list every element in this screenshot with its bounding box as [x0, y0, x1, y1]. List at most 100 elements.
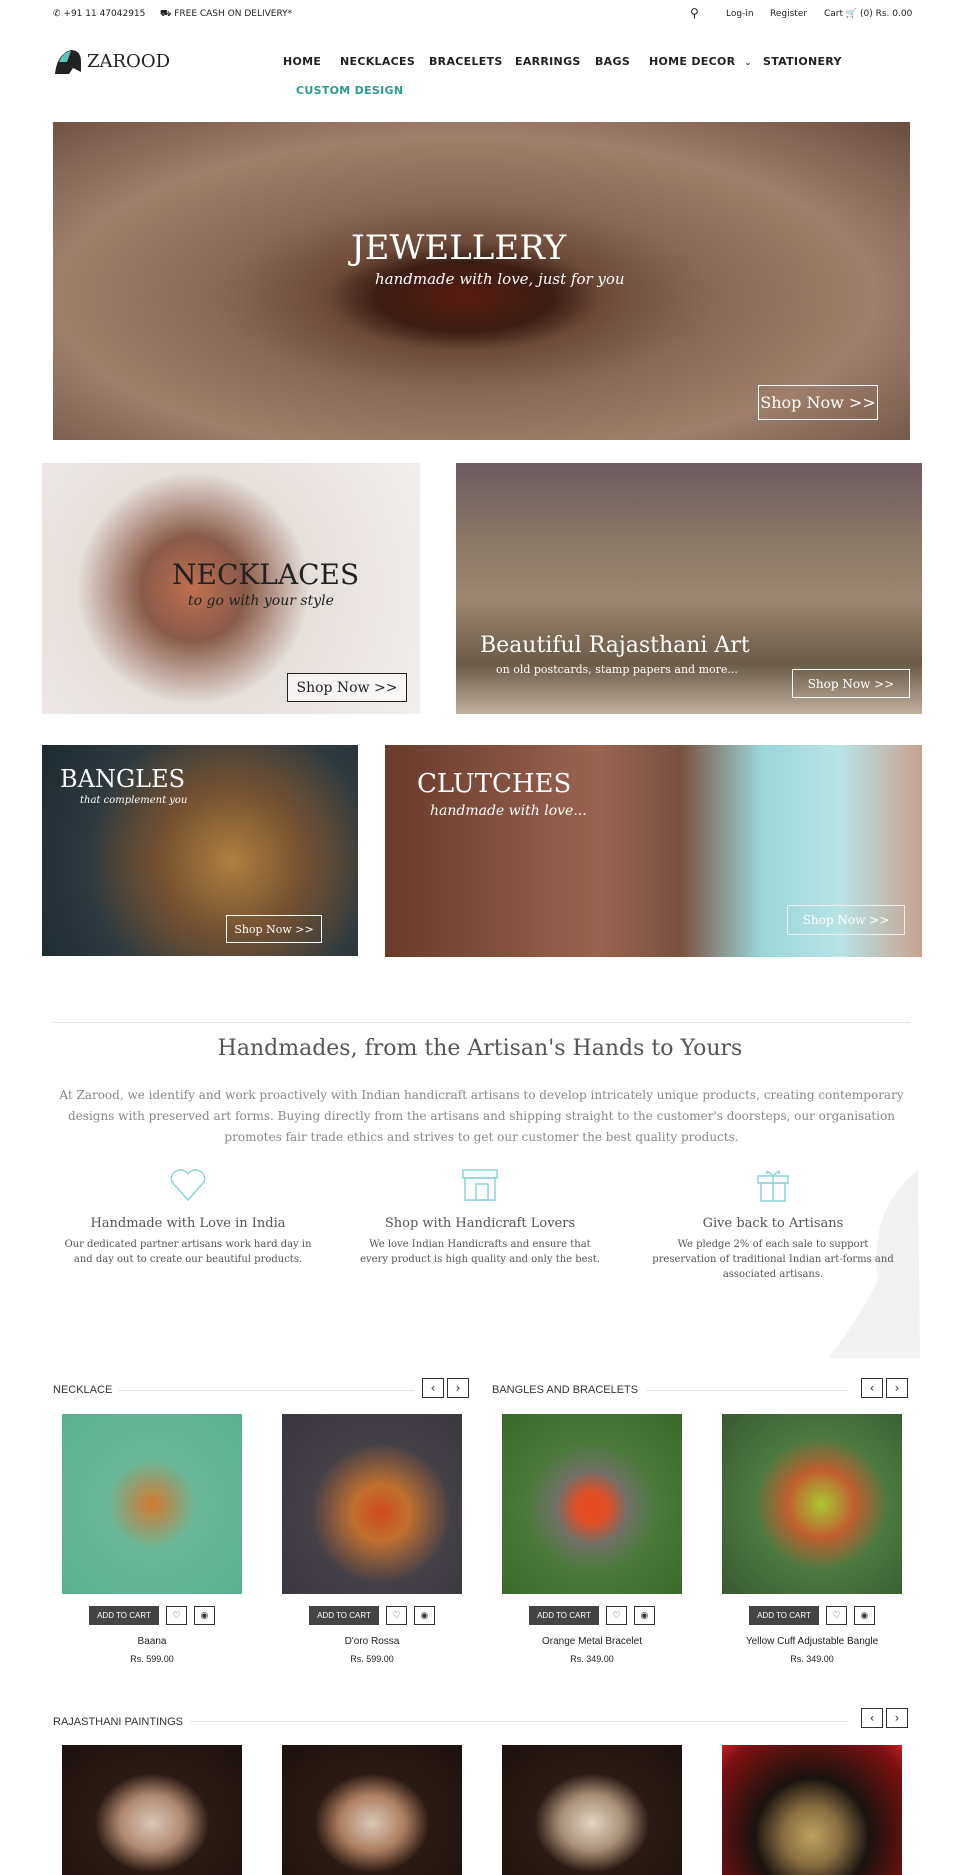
painting-image[interactable]	[282, 1745, 462, 1875]
divider	[53, 1022, 910, 1023]
section-title-paintings: RAJASTHANI PAINTINGS	[53, 1716, 183, 1728]
painting-image[interactable]	[62, 1745, 242, 1875]
phone-number: +91 11 47042915	[63, 9, 146, 19]
add-to-cart-button[interactable]: ADD TO CART	[529, 1606, 599, 1625]
product-name[interactable]: Yellow Cuff Adjustable Bangle	[722, 1636, 902, 1647]
clutches-title: CLUTCHES	[417, 769, 572, 799]
product-card: ADD TO CART ♡ ◉ Orange Metal Bracelet Rs. …	[502, 1414, 682, 1664]
nav-bracelets[interactable]: BRACELETS	[429, 55, 503, 68]
nav-necklaces[interactable]: NECKLACES	[340, 55, 415, 68]
feature-shop: Shop with Handicraft Lovers We love Indi…	[355, 1168, 605, 1267]
painting-image[interactable]	[502, 1745, 682, 1875]
logo-text: ZAROOD	[87, 50, 171, 72]
bangles-subtitle: that complement you	[80, 795, 188, 806]
product-price: Rs. 349.00	[790, 1654, 834, 1664]
product-price: Rs. 349.00	[570, 1654, 614, 1664]
eye-icon[interactable]: ◉	[193, 1606, 215, 1625]
chevron-down-icon: ⌄	[744, 58, 752, 67]
add-to-cart-button[interactable]: ADD TO CART	[89, 1606, 159, 1625]
nav-bags[interactable]: BAGS	[595, 55, 630, 68]
cart-icon: 🛒	[845, 9, 858, 19]
feature-desc: We pledge 2% of each sale to support pre…	[652, 1239, 894, 1280]
delivery-info: ⛟ FREE CASH ON DELIVERY*	[160, 9, 292, 20]
gift-icon	[757, 1170, 789, 1202]
section-title-bangles: BANGLES AND BRACELETS	[492, 1384, 639, 1396]
feature-title: Give back to Artisans	[702, 1216, 844, 1231]
logo[interactable]: ZAROOD	[53, 48, 170, 74]
add-to-cart-button[interactable]: ADD TO CART	[309, 1606, 379, 1625]
product-card: ADD TO CART ♡ ◉ D'oro Rossa Rs. 599.00	[282, 1414, 462, 1664]
nav-earrings[interactable]: EARRINGS	[515, 55, 581, 68]
product-card: ADD TO CART ♡ ◉ Baana Rs. 599.00	[62, 1414, 242, 1664]
product-price: Rs. 599.00	[350, 1654, 394, 1664]
feature-title: Shop with Handicraft Lovers	[384, 1216, 576, 1231]
rajasthani-title: Beautiful Rajasthani Art	[480, 633, 750, 658]
prev-arrow-icon[interactable]: ‹	[422, 1378, 444, 1398]
rajasthani-subtitle: on old postcards, stamp papers and more.…	[496, 663, 738, 676]
truck-icon: ⛟	[160, 9, 172, 19]
nav-custom-design[interactable]: CUSTOM DESIGN	[296, 84, 403, 97]
nav-home-decor-label: HOME DECOR	[649, 55, 736, 68]
next-arrow-icon[interactable]: ›	[886, 1708, 908, 1728]
painting-image[interactable]	[722, 1745, 902, 1875]
section-line	[646, 1390, 848, 1391]
clutches-subtitle: handmade with love...	[430, 803, 587, 819]
product-image[interactable]	[722, 1414, 902, 1594]
clutches-shop-now-button[interactable]: Shop Now >>	[787, 905, 905, 935]
prev-arrow-icon[interactable]: ‹	[861, 1708, 883, 1728]
shop-icon	[462, 1169, 498, 1201]
feature-desc: Our dedicated partner artisans work hard…	[64, 1239, 312, 1265]
bangles-banner[interactable]: BANGLES that complement you Shop Now >>	[42, 745, 358, 956]
product-image[interactable]	[62, 1414, 242, 1594]
necklaces-shop-now-button[interactable]: Shop Now >>	[287, 673, 407, 702]
heart-icon[interactable]: ♡	[165, 1606, 187, 1625]
eye-icon[interactable]: ◉	[853, 1606, 875, 1625]
section-line	[118, 1390, 414, 1391]
hero-shop-now-button[interactable]: Shop Now >>	[758, 385, 878, 420]
logo-icon	[55, 50, 81, 74]
product-price: Rs. 599.00	[130, 1654, 174, 1664]
product-name[interactable]: Baana	[62, 1636, 242, 1647]
delivery-text: FREE CASH ON DELIVERY*	[174, 9, 293, 19]
register-link[interactable]: Register	[770, 9, 807, 19]
rajasthani-banner[interactable]: Beautiful Rajasthani Art on old postcard…	[456, 463, 922, 714]
heart-icon[interactable]: ♡	[385, 1606, 407, 1625]
add-to-cart-button[interactable]: ADD TO CART	[749, 1606, 819, 1625]
search-icon[interactable]: ⚲	[690, 6, 699, 20]
next-arrow-icon[interactable]: ›	[447, 1378, 469, 1398]
necklaces-title: NECKLACES	[172, 558, 360, 591]
prev-arrow-icon[interactable]: ‹	[861, 1378, 883, 1398]
feature-give-back: Give back to Artisans We pledge 2% of ea…	[648, 1168, 898, 1282]
login-link[interactable]: Log-in	[726, 9, 754, 19]
heart-icon[interactable]: ♡	[605, 1606, 627, 1625]
hero-banner[interactable]: JEWELLERY handmade with love, just for y…	[53, 122, 910, 440]
necklaces-banner[interactable]: NECKLACES to go with your style Shop Now…	[42, 463, 420, 714]
product-image[interactable]	[282, 1414, 462, 1594]
phone: ✆ +91 11 47042915	[53, 9, 146, 19]
product-name[interactable]: D'oro Rossa	[282, 1636, 462, 1647]
feature-handmade: Handmade with Love in India Our dedicate…	[63, 1168, 313, 1267]
eye-icon[interactable]: ◉	[413, 1606, 435, 1625]
section-title-necklace: NECKLACE	[53, 1384, 113, 1396]
nav-home-decor[interactable]: HOME DECOR ⌄	[649, 55, 752, 68]
heart-icon	[170, 1169, 206, 1202]
section-line	[190, 1721, 848, 1722]
clutches-banner[interactable]: CLUTCHES handmade with love... Shop Now …	[385, 745, 922, 957]
bangles-title: BANGLES	[60, 765, 186, 793]
cart-info: (0) Rs. 0.00	[860, 9, 913, 19]
product-image[interactable]	[502, 1414, 682, 1594]
product-name[interactable]: Orange Metal Bracelet	[502, 1636, 682, 1647]
about-heading: Handmades, from the Artisan's Hands to Y…	[217, 1036, 743, 1061]
eye-icon[interactable]: ◉	[633, 1606, 655, 1625]
nav-stationery[interactable]: STATIONERY	[763, 55, 842, 68]
bangles-shop-now-button[interactable]: Shop Now >>	[226, 915, 322, 943]
cart-label: Cart	[824, 9, 844, 19]
next-arrow-icon[interactable]: ›	[886, 1378, 908, 1398]
heart-icon[interactable]: ♡	[825, 1606, 847, 1625]
cart-link[interactable]: Cart 🛒 (0) Rs. 0.00	[824, 9, 912, 19]
rajasthani-shop-now-button[interactable]: Shop Now >>	[792, 669, 910, 698]
feature-title: Handmade with Love in India	[90, 1216, 286, 1231]
nav-home[interactable]: HOME	[283, 55, 321, 68]
hero-title: JEWELLERY	[351, 228, 567, 268]
product-card: ADD TO CART ♡ ◉ Yellow Cuff Adjustable Ban…	[722, 1414, 902, 1664]
